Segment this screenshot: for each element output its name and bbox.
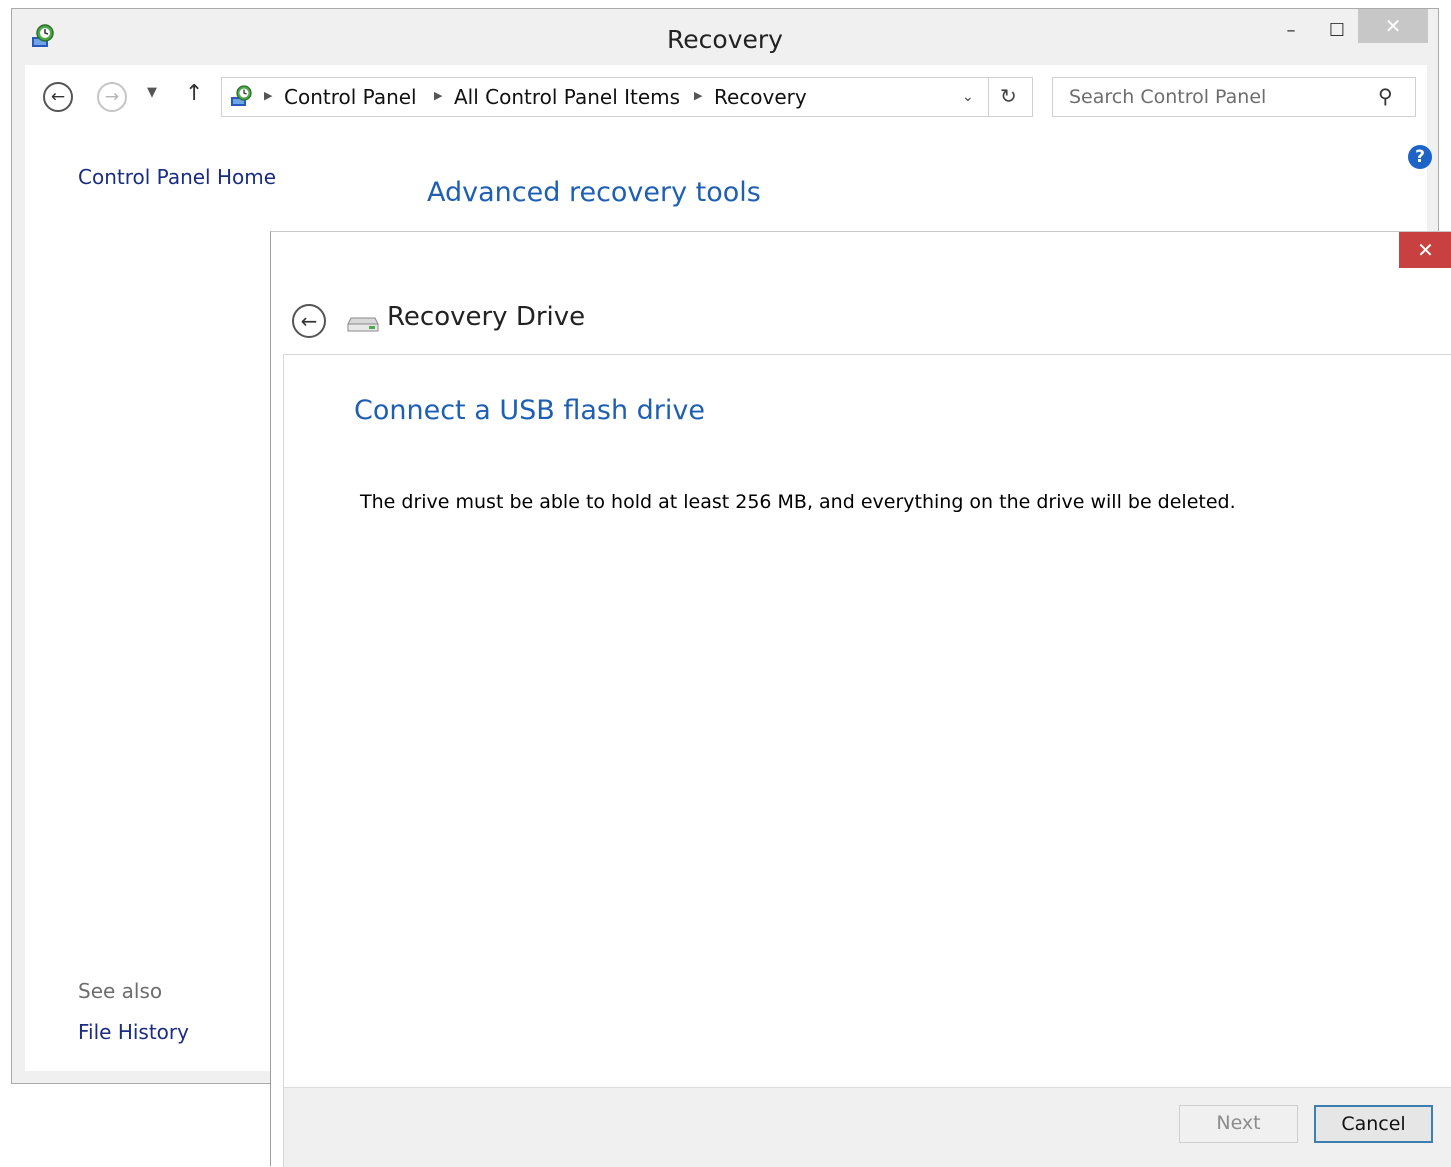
up-button[interactable]: ↑ <box>185 81 203 106</box>
breadcrumb-separator-icon: ▶ <box>264 89 273 102</box>
dialog-footer: Next Cancel <box>283 1087 1451 1167</box>
dialog-instruction-text: The drive must be able to hold at least … <box>360 491 1236 513</box>
breadcrumb-control-panel[interactable]: Control Panel <box>284 85 417 109</box>
address-dropdown-icon[interactable]: ⌄ <box>962 89 974 105</box>
maximize-button[interactable]: ☐ <box>1314 17 1360 45</box>
see-also-label: See also <box>78 979 163 1003</box>
search-input[interactable]: Search Control Panel <box>1069 86 1266 108</box>
address-divider <box>988 78 989 116</box>
help-icon[interactable]: ? <box>1408 145 1432 169</box>
control-panel-icon <box>231 85 252 106</box>
close-button[interactable]: ✕ <box>1358 9 1428 43</box>
control-panel-home-link[interactable]: Control Panel Home <box>78 165 276 189</box>
breadcrumb-all-items[interactable]: All Control Panel Items <box>454 85 680 109</box>
page-title: Advanced recovery tools <box>427 177 761 208</box>
breadcrumb-separator-icon: ▶ <box>694 89 703 102</box>
window-title: Recovery <box>667 25 783 54</box>
dialog-close-button[interactable]: ✕ <box>1399 232 1451 268</box>
cancel-button[interactable]: Cancel <box>1314 1105 1433 1143</box>
dialog-content: Connect a USB flash drive The drive must… <box>283 354 1451 1087</box>
refresh-icon[interactable]: ↻ <box>1000 84 1017 108</box>
title-bar[interactable]: Recovery – ☐ ✕ <box>12 9 1438 65</box>
address-bar[interactable]: ▶ Control Panel ▶ All Control Panel Item… <box>221 77 1033 117</box>
back-button[interactable]: ← <box>43 82 73 112</box>
dialog-title: Recovery Drive <box>387 302 586 332</box>
minimize-button[interactable]: – <box>1268 17 1314 45</box>
dialog-heading: Connect a USB flash drive <box>354 395 705 426</box>
drive-icon <box>347 317 379 332</box>
recovery-drive-dialog: ✕ ← Recovery Drive Connect a USB flash d… <box>270 231 1451 1167</box>
forward-button[interactable]: → <box>97 82 127 112</box>
breadcrumb-recovery[interactable]: Recovery <box>714 85 807 109</box>
breadcrumb-separator-icon: ▶ <box>434 89 443 102</box>
next-button[interactable]: Next <box>1179 1105 1298 1143</box>
search-box[interactable]: Search Control Panel ⚲ <box>1052 77 1416 117</box>
file-history-link[interactable]: File History <box>78 1020 189 1044</box>
dialog-back-button[interactable]: ← <box>292 304 326 338</box>
recent-locations-chevron-icon[interactable]: ▼ <box>147 85 157 100</box>
search-icon[interactable]: ⚲ <box>1378 84 1393 108</box>
